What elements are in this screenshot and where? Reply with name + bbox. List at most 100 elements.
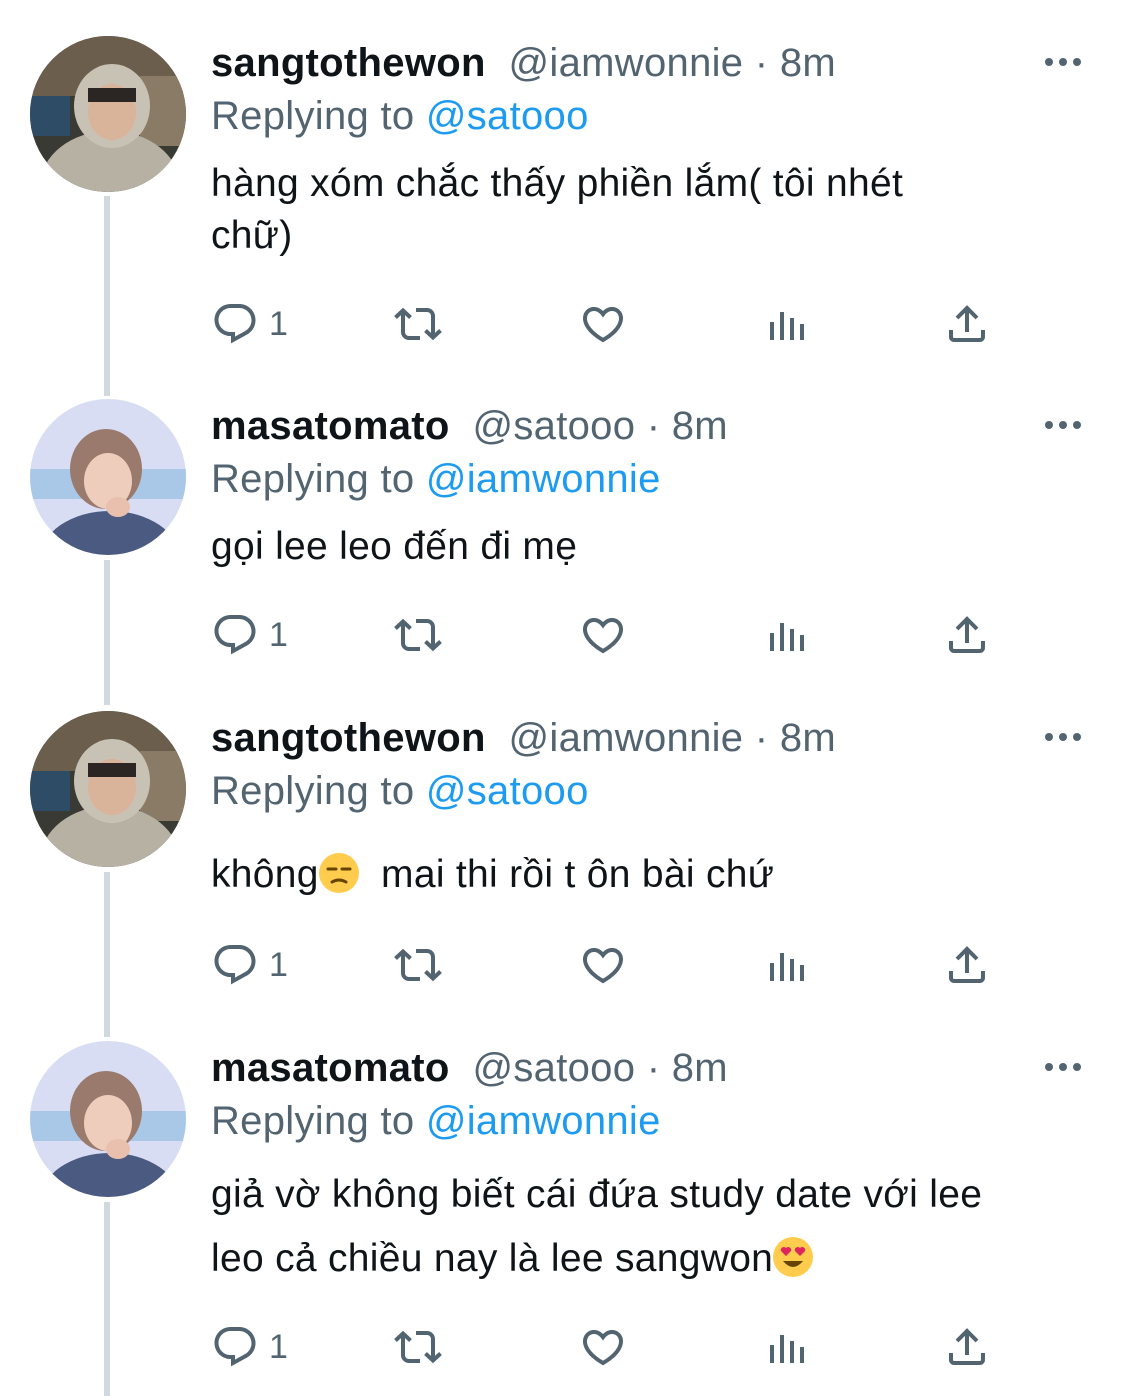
handle[interactable]: @satooo [472, 404, 635, 448]
retweet-button[interactable] [394, 609, 442, 661]
views-button[interactable] [762, 1321, 810, 1373]
replying-to: Replying to @iamwonnie [211, 456, 661, 502]
tweet-text-line: leo cả chiều nay là lee sangwon [211, 1227, 1091, 1291]
tweet[interactable]: masatomato @satooo · 8m Replying to @iam… [0, 1005, 1125, 1396]
avatar[interactable] [30, 711, 186, 867]
replying-to: Replying to @satooo [211, 768, 589, 814]
share-icon [943, 611, 991, 659]
timestamp[interactable]: · 8m [647, 404, 728, 448]
mention-link[interactable]: @iamwonnie [426, 1099, 661, 1143]
mention-link[interactable]: @iamwonnie [426, 457, 661, 501]
share-icon [943, 1323, 991, 1371]
views-icon [762, 941, 810, 989]
tweet-header: sangtothewon @iamwonnie · 8m [211, 715, 836, 761]
hooded-person-avatar-image [30, 36, 186, 192]
retweet-button[interactable] [394, 1321, 442, 1373]
tweet-text: hàng xóm chắc thấy phiền lắm( tôi nhét c… [211, 158, 1091, 262]
reply-button[interactable]: 1 [211, 609, 288, 661]
heart-icon [579, 1323, 627, 1371]
share-button[interactable] [943, 609, 991, 661]
display-name[interactable]: sangtothewon [211, 716, 486, 760]
tweet[interactable]: sangtothewon @iamwonnie · 8m Replying to… [0, 675, 1125, 1015]
mention-link[interactable]: @satooo [426, 94, 589, 138]
reply-count: 1 [269, 945, 288, 984]
tweet[interactable]: sangtothewon @iamwonnie · 8m Replying to… [0, 0, 1125, 390]
handle[interactable]: @iamwonnie [509, 716, 744, 760]
share-button[interactable] [943, 298, 991, 350]
like-button[interactable] [579, 939, 627, 991]
tweet[interactable]: masatomato @satooo · 8m Replying to @iam… [0, 363, 1125, 703]
reply-icon [211, 1323, 259, 1371]
more-options-icon[interactable] [1043, 1057, 1083, 1077]
tweet-header: masatomato @satooo · 8m [211, 403, 728, 449]
action-bar: 1 [211, 939, 1011, 991]
tweet-header: masatomato @satooo · 8m [211, 1045, 728, 1091]
handle[interactable]: @satooo [472, 1046, 635, 1090]
share-icon [943, 941, 991, 989]
heart-icon [579, 941, 627, 989]
share-button[interactable] [943, 1321, 991, 1373]
tweet-text: giả vờ không biết cái đứa study date với… [211, 1163, 1091, 1291]
tweet-header: sangtothewon @iamwonnie · 8m [211, 40, 836, 86]
more-options-icon[interactable] [1043, 415, 1083, 435]
display-name[interactable]: sangtothewon [211, 41, 486, 85]
replying-prefix: Replying to [211, 769, 415, 813]
timestamp[interactable]: · 8m [755, 716, 836, 760]
replying-prefix: Replying to [211, 457, 415, 501]
retweet-button[interactable] [394, 298, 442, 350]
hooded-person-avatar-image [30, 711, 186, 867]
reply-icon [211, 611, 259, 659]
like-button[interactable] [579, 298, 627, 350]
display-name[interactable]: masatomato [211, 1046, 450, 1090]
views-button[interactable] [762, 298, 810, 350]
heart-eyes-emoji [773, 1237, 814, 1277]
action-bar: 1 [211, 298, 1011, 350]
views-icon [762, 611, 810, 659]
views-icon [762, 1323, 810, 1371]
like-button[interactable] [579, 609, 627, 661]
like-button[interactable] [579, 1321, 627, 1373]
reply-icon [211, 941, 259, 989]
smiling-person-avatar-image [30, 399, 186, 555]
tweet-text-line: gọi lee leo đến đi mẹ [211, 525, 578, 568]
more-options-icon[interactable] [1043, 727, 1083, 747]
smiling-person-avatar-image [30, 1041, 186, 1197]
tweet-text: không mai thi rồi t ôn bài chứ [211, 849, 1091, 901]
reply-count: 1 [269, 615, 288, 654]
tweet-text-line: giả vờ không biết cái đứa study date với… [211, 1173, 983, 1216]
avatar[interactable] [30, 399, 186, 555]
mention-link[interactable]: @satooo [426, 769, 589, 813]
share-button[interactable] [943, 939, 991, 991]
action-bar: 1 [211, 1321, 1011, 1373]
views-button[interactable] [762, 609, 810, 661]
timestamp[interactable]: · 8m [647, 1046, 728, 1090]
tweet-text-part: leo cả chiều nay là lee sangwon [211, 1237, 774, 1280]
avatar[interactable] [30, 1041, 186, 1197]
action-bar: 1 [211, 609, 1011, 661]
tweet-text: gọi lee leo đến đi mẹ [211, 521, 1091, 573]
reply-button[interactable]: 1 [211, 939, 288, 991]
replying-prefix: Replying to [211, 1099, 415, 1143]
reply-button[interactable]: 1 [211, 1321, 288, 1373]
tweet-text-part: mai thi rồi t ôn bài chứ [358, 853, 775, 896]
reply-button[interactable]: 1 [211, 298, 288, 350]
reply-count: 1 [269, 304, 288, 343]
display-name[interactable]: masatomato [211, 404, 450, 448]
avatar[interactable] [30, 36, 186, 192]
tweet-text-part: không [211, 853, 319, 896]
reply-icon [211, 300, 259, 348]
more-options-icon[interactable] [1043, 52, 1083, 72]
heart-icon [579, 300, 627, 348]
retweet-icon [394, 300, 442, 348]
views-icon [762, 300, 810, 348]
retweet-button[interactable] [394, 939, 442, 991]
heart-icon [579, 611, 627, 659]
replying-to: Replying to @iamwonnie [211, 1098, 661, 1144]
handle[interactable]: @iamwonnie [509, 41, 744, 85]
views-button[interactable] [762, 939, 810, 991]
replying-prefix: Replying to [211, 94, 415, 138]
retweet-icon [394, 1323, 442, 1371]
reply-count: 1 [269, 1327, 288, 1366]
timestamp[interactable]: · 8m [755, 41, 836, 85]
retweet-icon [394, 611, 442, 659]
